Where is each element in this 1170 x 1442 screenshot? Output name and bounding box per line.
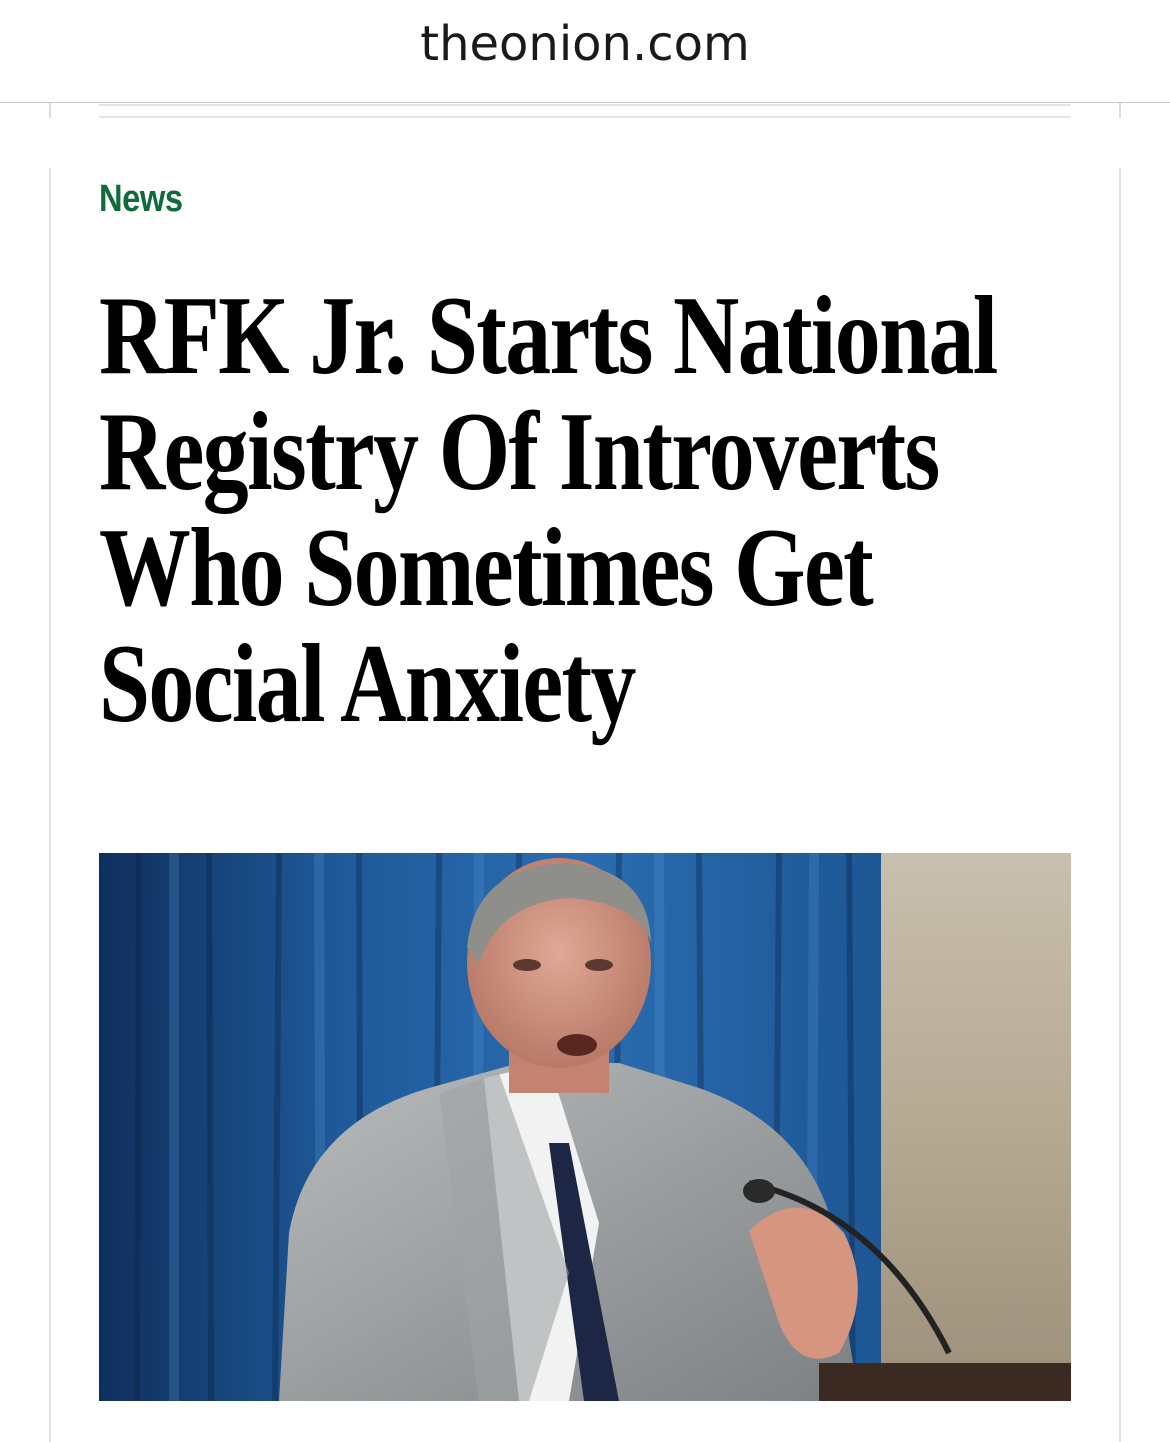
header-rule-top <box>99 104 1071 106</box>
browser-address-bar[interactable]: theonion.com <box>0 0 1170 102</box>
article-photo[interactable] <box>99 853 1071 1401</box>
header-rule-bottom <box>99 116 1071 118</box>
url-text[interactable]: theonion.com <box>0 16 1170 72</box>
photo-illustration <box>99 853 1071 1401</box>
article-headline: RFK Jr. Starts National Registry Of Intr… <box>99 274 998 746</box>
content-frame-right <box>1119 168 1121 1442</box>
address-bar-divider <box>0 102 1170 103</box>
category-link[interactable]: News <box>99 178 183 221</box>
frame-edge-right-top <box>1119 103 1121 118</box>
content-frame-left <box>49 168 51 1442</box>
frame-edge-left-top <box>49 103 51 118</box>
